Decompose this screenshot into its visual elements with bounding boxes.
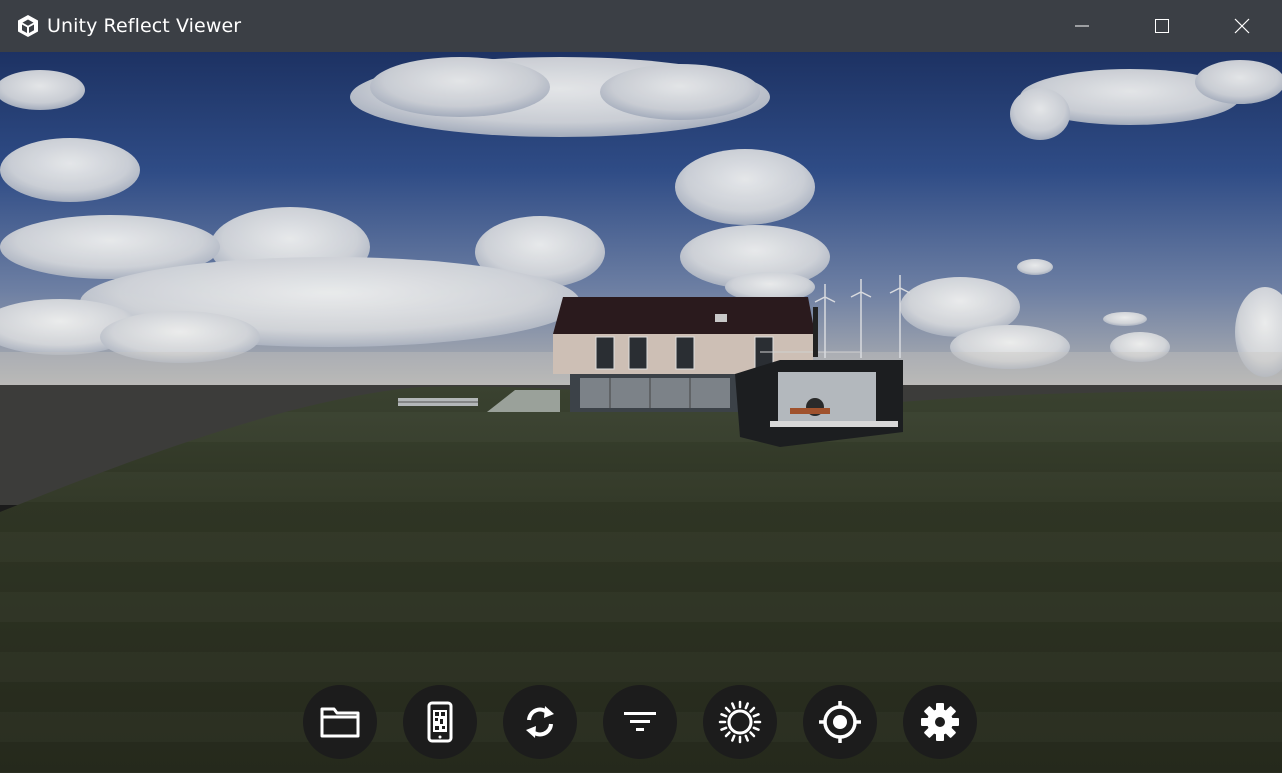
title-bar[interactable]: Unity Reflect Viewer bbox=[0, 0, 1282, 52]
sun-icon bbox=[718, 700, 762, 744]
maximize-button[interactable] bbox=[1122, 0, 1202, 52]
phone-qr-icon bbox=[427, 701, 453, 743]
filter-icon bbox=[624, 712, 656, 731]
unity-logo-icon bbox=[16, 14, 40, 38]
close-icon bbox=[1234, 18, 1250, 34]
close-button[interactable] bbox=[1202, 0, 1282, 52]
sun-study-button[interactable] bbox=[703, 685, 777, 759]
open-project-button[interactable] bbox=[303, 685, 377, 759]
gear-icon bbox=[921, 703, 959, 741]
settings-button[interactable] bbox=[903, 685, 977, 759]
target-icon bbox=[819, 701, 861, 743]
app-window: Unity Reflect Viewer bbox=[0, 0, 1282, 773]
scene-render[interactable] bbox=[0, 52, 1282, 773]
sync-button[interactable] bbox=[503, 685, 577, 759]
solar-panels bbox=[398, 398, 478, 406]
bottom-toolbar bbox=[303, 685, 977, 759]
window-controls bbox=[1042, 0, 1282, 52]
maximize-icon bbox=[1155, 19, 1169, 33]
folder-icon bbox=[320, 707, 360, 738]
minimize-icon bbox=[1075, 25, 1089, 27]
minimize-button[interactable] bbox=[1042, 0, 1122, 52]
orbit-target-button[interactable] bbox=[803, 685, 877, 759]
qr-code-mobile-button[interactable] bbox=[403, 685, 477, 759]
3d-viewport[interactable] bbox=[0, 52, 1282, 773]
filter-button[interactable] bbox=[603, 685, 677, 759]
sync-icon bbox=[526, 706, 554, 738]
window-title: Unity Reflect Viewer bbox=[47, 15, 242, 37]
